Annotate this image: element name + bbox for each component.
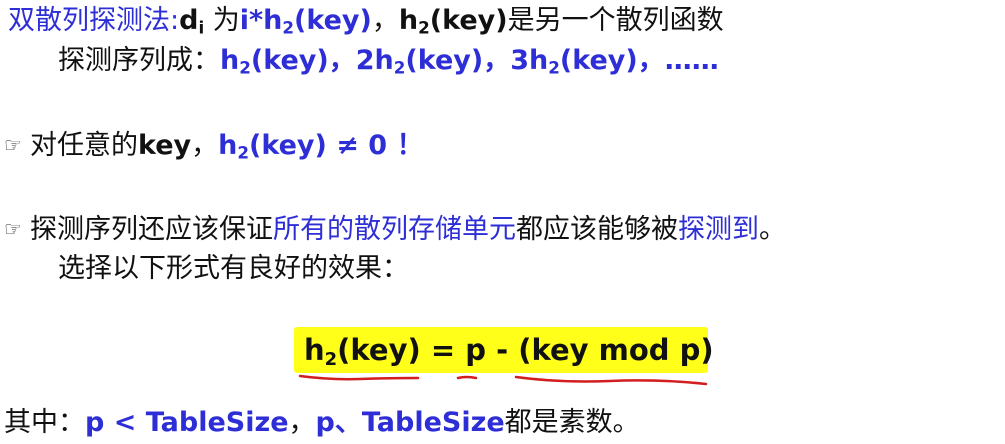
- all-cells-highlight: 所有的散列存储单元: [273, 214, 516, 245]
- key-word: key: [138, 130, 192, 161]
- bullet-nonzero: ☞ 对任意的key，h2(key) ≠ 0 ！: [4, 130, 424, 163]
- increment-formula: i*h2(key): [239, 5, 372, 38]
- probe-term-1: h2(key)，: [220, 45, 356, 78]
- tablesize-condition: p < TableSize: [85, 407, 289, 438]
- probe-sequence-line: 探测序列成：h2(key)，2h2(key)，3h2(key)，……: [58, 44, 719, 78]
- ellipsis: ……: [664, 45, 719, 76]
- bullet-coverage: ☞ 探测序列还应该保证所有的散列存储单元都应该能够被探测到。: [4, 214, 786, 245]
- nonzero-condition: h2(key) ≠ 0 ！: [218, 130, 424, 163]
- mid-text: 为: [204, 5, 240, 36]
- pointing-hand-icon: ☞: [4, 217, 22, 241]
- probe-sequence-lead: 探测序列成：: [58, 45, 220, 76]
- h2-function: h2(key): [398, 5, 508, 38]
- heading-line: 双散列探测法:di 为i*h2(key)，h2(key)是另一个散列函数: [8, 5, 724, 38]
- prime-vars: p、TableSize: [315, 407, 505, 438]
- d-var: di: [179, 5, 205, 38]
- bullet-coverage-line2: 选择以下形式有良好的效果：: [58, 253, 409, 284]
- h2-formula: h2(key) = p - (key mod p): [304, 333, 714, 371]
- red-underline-annotation: [298, 374, 708, 386]
- probed-highlight: 探测到: [678, 214, 759, 245]
- footer-note: 其中：p < TableSize，p、TableSize都是素数。: [4, 407, 640, 438]
- heading-tail: 是另一个散列函数: [507, 5, 724, 36]
- pointing-hand-icon: ☞: [4, 133, 22, 157]
- probe-term-2: 2h2(key)，: [355, 45, 511, 78]
- probe-term-3: 3h2(key)，: [510, 45, 665, 78]
- method-title: 双散列探测法:: [8, 5, 180, 36]
